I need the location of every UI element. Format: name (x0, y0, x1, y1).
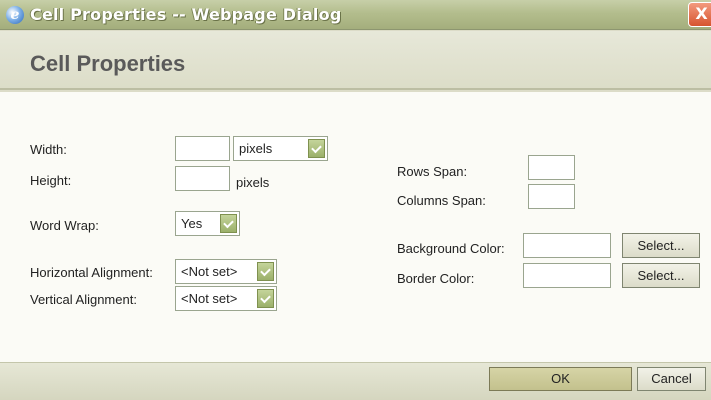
title-bar: e Cell Properties -- Webpage Dialog X (0, 0, 711, 30)
dialog-body (0, 92, 711, 362)
columns-span-input[interactable] (528, 184, 575, 209)
horizontal-alignment-value: <Not set> (181, 264, 238, 279)
border-color-label: Border Color: (397, 271, 475, 286)
height-unit-label: pixels (236, 175, 270, 190)
width-unit-value: pixels (239, 141, 273, 156)
word-wrap-value: Yes (181, 216, 203, 231)
rows-span-label: Rows Span: (397, 164, 468, 179)
background-color-select-button[interactable]: Select... (622, 233, 700, 258)
width-unit-select[interactable]: pixels (233, 136, 328, 161)
chevron-down-icon[interactable] (220, 214, 237, 233)
width-label: Width: (30, 142, 67, 157)
ok-button[interactable]: OK (489, 367, 632, 391)
dialog-heading: Cell Properties (30, 51, 186, 76)
cancel-button[interactable]: Cancel (637, 367, 706, 391)
background-color-label: Background Color: (397, 241, 505, 256)
chevron-down-icon[interactable] (257, 289, 274, 308)
width-input[interactable] (175, 136, 230, 161)
word-wrap-label: Word Wrap: (30, 218, 99, 233)
border-color-input[interactable] (523, 263, 611, 288)
rows-span-input[interactable] (528, 155, 575, 180)
ie-icon: e (6, 6, 24, 24)
border-color-select-button[interactable]: Select... (622, 263, 700, 288)
horizontal-alignment-label: Horizontal Alignment: (30, 265, 153, 280)
height-label: Height: (30, 173, 72, 188)
vertical-alignment-select[interactable]: <Not set> (175, 286, 277, 311)
columns-span-label: Columns Span: (397, 193, 486, 208)
word-wrap-select[interactable]: Yes (175, 211, 240, 236)
chevron-down-icon[interactable] (257, 262, 274, 281)
vertical-alignment-label: Vertical Alignment: (30, 292, 137, 307)
horizontal-alignment-select[interactable]: <Not set> (175, 259, 277, 284)
background-color-input[interactable] (523, 233, 611, 258)
window-title: Cell Properties -- Webpage Dialog (30, 5, 342, 24)
close-button[interactable]: X (688, 2, 711, 27)
chevron-down-icon[interactable] (308, 139, 325, 158)
height-input[interactable] (175, 166, 230, 191)
vertical-alignment-value: <Not set> (181, 291, 238, 306)
